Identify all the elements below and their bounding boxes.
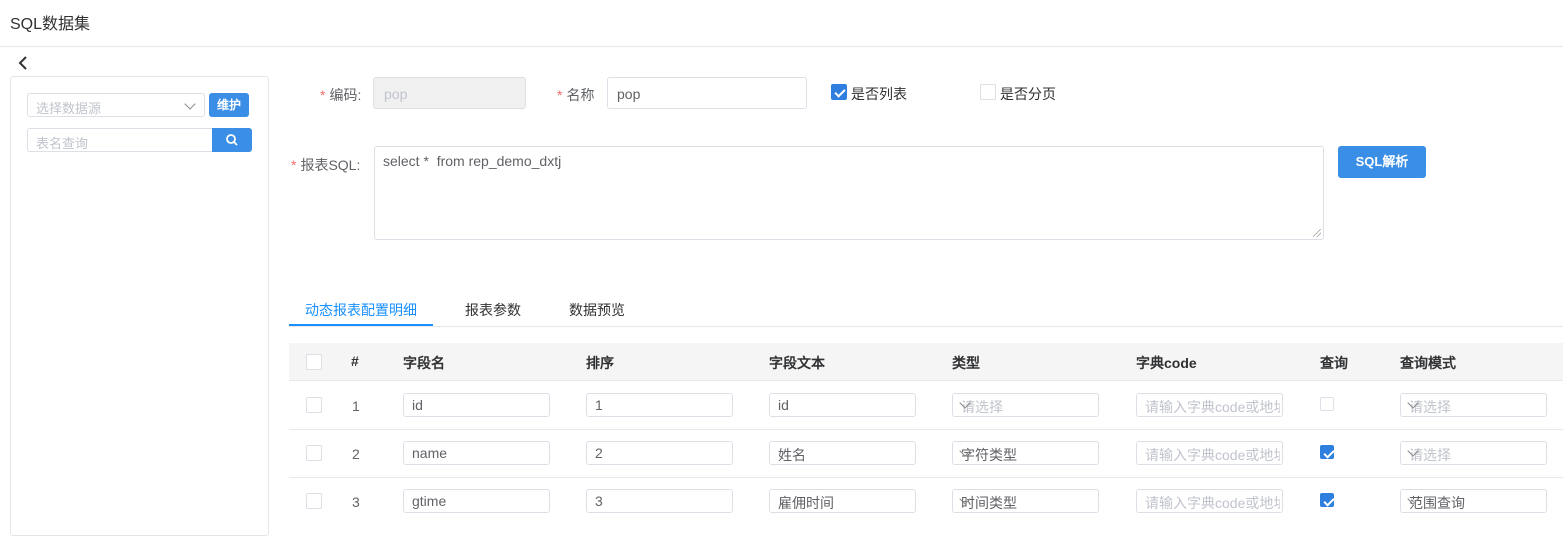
- field-name-input[interactable]: name: [403, 441, 550, 465]
- dict-code-input[interactable]: 请输入字典code或地址: [1136, 489, 1283, 513]
- name-input[interactable]: pop: [607, 77, 807, 109]
- sql-parse-button[interactable]: SQL解析: [1338, 146, 1426, 178]
- field-name-value: gtime: [412, 493, 447, 509]
- sql-value: select * from rep_demo_dxtj: [383, 153, 562, 169]
- page-title: SQL数据集: [10, 16, 91, 33]
- query-checkbox[interactable]: [1320, 445, 1334, 459]
- dict-code-input[interactable]: 请输入字典code或地址: [1136, 441, 1283, 465]
- query-checkbox[interactable]: [1320, 493, 1334, 507]
- field-text-input[interactable]: id: [769, 393, 916, 417]
- row-divider: [289, 477, 1563, 478]
- datasource-select[interactable]: 选择数据源: [27, 93, 205, 117]
- header-divider: [0, 46, 1563, 47]
- query-mode-select[interactable]: 范围查询: [1400, 489, 1547, 513]
- row-checkbox[interactable]: [306, 493, 322, 509]
- header-order: 排序: [586, 355, 614, 371]
- code-value: pop: [384, 86, 408, 102]
- is-list-checkbox[interactable]: [831, 84, 847, 100]
- table-header: [289, 343, 1563, 381]
- type-select[interactable]: 请选择: [952, 393, 1099, 417]
- order-input[interactable]: 3: [586, 489, 733, 513]
- dict-code-placeholder: 请输入字典code或地址: [1145, 399, 1280, 415]
- header-field-text: 字段文本: [769, 355, 825, 371]
- dict-code-placeholder: 请输入字典code或地址: [1145, 495, 1280, 511]
- field-text-value: 雇佣时间: [778, 495, 834, 511]
- is-list-label: 是否列表: [851, 86, 907, 102]
- is-paged-checkbox[interactable]: [980, 84, 996, 100]
- sql-label-text: 报表SQL:: [300, 157, 361, 173]
- header-field-name: 字段名: [403, 355, 445, 371]
- code-label-text: 编码:: [329, 87, 362, 103]
- required-mark: *: [557, 87, 563, 103]
- type-value: 时间类型: [961, 495, 1017, 511]
- row-checkbox[interactable]: [306, 445, 322, 461]
- name-value: pop: [617, 86, 641, 102]
- sql-textarea[interactable]: select * from rep_demo_dxtj: [374, 146, 1324, 240]
- sql-label: * 报表SQL:: [291, 155, 360, 175]
- field-name-value: id: [412, 397, 423, 413]
- header-dict-code: 字典code: [1136, 355, 1197, 371]
- order-value: 3: [595, 493, 603, 509]
- row-number: 1: [352, 398, 360, 414]
- required-mark: *: [291, 157, 297, 173]
- chevron-down-icon: [184, 98, 196, 110]
- tab-config-detail[interactable]: 动态报表配置明细: [305, 300, 417, 320]
- dict-code-placeholder: 请输入字典code或地址: [1145, 447, 1280, 463]
- resize-handle-icon[interactable]: [1313, 229, 1321, 237]
- row-number: 3: [352, 494, 360, 510]
- order-value: 1: [595, 397, 603, 413]
- tab-data-preview[interactable]: 数据预览: [569, 300, 625, 320]
- type-select[interactable]: 字符类型: [952, 441, 1099, 465]
- header-num: #: [351, 353, 359, 369]
- dict-code-input[interactable]: 请输入字典code或地址: [1136, 393, 1283, 417]
- table-search-placeholder: 表名查询: [36, 136, 89, 151]
- tab-report-params[interactable]: 报表参数: [465, 300, 521, 320]
- order-value: 2: [595, 445, 603, 461]
- query-mode-select[interactable]: 请选择: [1400, 393, 1547, 417]
- row-checkbox[interactable]: [306, 397, 322, 413]
- header-type: 类型: [952, 355, 980, 371]
- query-checkbox[interactable]: [1320, 397, 1334, 411]
- field-name-input[interactable]: id: [403, 393, 550, 417]
- type-value: 字符类型: [961, 447, 1017, 463]
- back-arrow-icon[interactable]: [14, 54, 32, 72]
- is-paged-label: 是否分页: [1000, 86, 1056, 102]
- tab-divider: [289, 326, 1563, 327]
- table-search-input[interactable]: 表名查询: [27, 128, 213, 152]
- header-query-mode: 查询模式: [1400, 355, 1456, 371]
- search-icon: [226, 134, 238, 146]
- row-number: 2: [352, 446, 360, 462]
- row-divider: [289, 429, 1563, 430]
- datasource-placeholder: 选择数据源: [36, 101, 102, 116]
- field-name-input[interactable]: gtime: [403, 489, 550, 513]
- field-text-input[interactable]: 雇佣时间: [769, 489, 916, 513]
- select-all-checkbox[interactable]: [306, 354, 322, 370]
- query-mode-select[interactable]: 请选择: [1400, 441, 1547, 465]
- field-text-value: id: [778, 397, 789, 413]
- field-name-value: name: [412, 445, 448, 461]
- type-select[interactable]: 时间类型: [952, 489, 1099, 513]
- field-text-input[interactable]: 姓名: [769, 441, 916, 465]
- header-query: 查询: [1320, 355, 1348, 371]
- maintain-button[interactable]: 维护: [209, 93, 249, 117]
- search-button[interactable]: [212, 128, 252, 152]
- code-input[interactable]: pop: [373, 77, 526, 109]
- name-label: * 名称: [557, 85, 594, 105]
- order-input[interactable]: 2: [586, 441, 733, 465]
- required-mark: *: [320, 87, 326, 103]
- name-label-text: 名称: [566, 87, 595, 103]
- tab-active-indicator: [289, 324, 433, 326]
- code-label: * 编码:: [320, 85, 361, 105]
- query-mode-value: 范围查询: [1409, 495, 1465, 511]
- order-input[interactable]: 1: [586, 393, 733, 417]
- field-text-value: 姓名: [778, 447, 806, 463]
